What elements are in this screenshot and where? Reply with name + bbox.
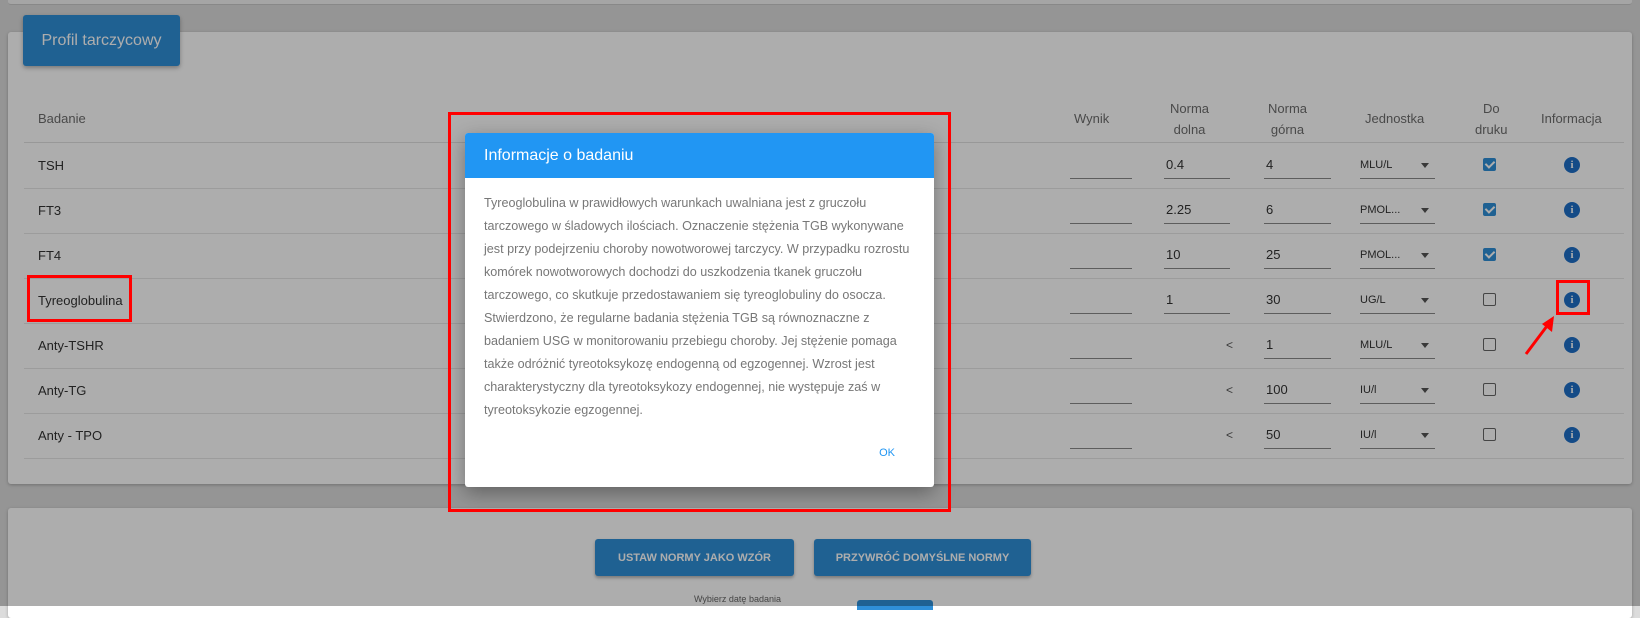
highlight-info-icon — [1556, 280, 1590, 315]
highlight-tyreoglobulina — [27, 275, 132, 322]
pointer-arrow-icon — [1524, 316, 1554, 355]
highlight-dialog — [448, 112, 951, 512]
